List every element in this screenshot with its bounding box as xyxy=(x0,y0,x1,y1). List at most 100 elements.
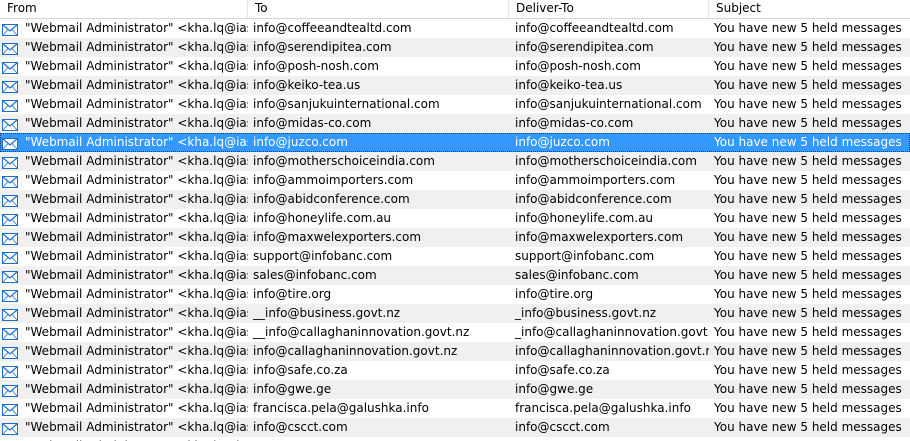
subject-cell: You have new 5 held messages xyxy=(714,382,902,396)
from-text: "Webmail Administrator" <kha.lq@iasvn.or… xyxy=(25,268,248,282)
envelope-icon xyxy=(2,403,18,416)
subject-cell: You have new 5 held messages xyxy=(714,268,902,282)
column-header-from[interactable]: From xyxy=(0,0,248,18)
message-row[interactable]: "Webmail Administrator" <kha.lq@iasvn.or… xyxy=(0,209,910,228)
deliver-to-cell: info@cscct.com xyxy=(515,420,610,434)
envelope-icon xyxy=(2,251,18,264)
from-cell: "Webmail Administrator" <kha.lq@iasvn.or… xyxy=(0,304,248,323)
from-cell: "Webmail Administrator" <kha.lq@iasvn.or… xyxy=(0,19,248,38)
message-row[interactable]: "Webmail Administrator" <kha.lq@iasvn.or… xyxy=(0,133,910,152)
message-row[interactable]: "Webmail Administrator" <kha.lq@iasvn.or… xyxy=(0,152,910,171)
from-cell: "Webmail Administrator" <kha.lq@iasvn.or… xyxy=(0,399,248,418)
from-cell: "Webmail Administrator" <kha.lq@iasvn.or… xyxy=(0,437,248,441)
from-cell: "Webmail Administrator" <kha.lq@iasvn.or… xyxy=(0,228,248,247)
to-cell: info@safe.co.za xyxy=(253,363,348,377)
message-row[interactable]: "Webmail Administrator" <kha.lq@iasvn.or… xyxy=(0,190,910,209)
from-cell: "Webmail Administrator" <kha.lq@iasvn.or… xyxy=(0,133,248,152)
from-text: "Webmail Administrator" <kha.lq@iasvn.or… xyxy=(25,306,248,320)
envelope-icon xyxy=(2,23,18,36)
message-row[interactable]: "Webmail Administrator" <kha.lq@iasvn.or… xyxy=(0,247,910,266)
deliver-to-cell: sales@infobanc.com xyxy=(515,268,639,282)
from-text: "Webmail Administrator" <kha.lq@iasvn.or… xyxy=(25,420,248,434)
to-cell: __info@business.govt.nz xyxy=(253,306,401,320)
envelope-icon xyxy=(2,42,18,55)
to-cell: info@ammoimporters.com xyxy=(253,173,414,187)
message-row[interactable]: "Webmail Administrator" <kha.lq@iasvn.or… xyxy=(0,361,910,380)
message-row[interactable]: "Webmail Administrator" <kha.lq@iasvn.or… xyxy=(0,95,910,114)
from-text: "Webmail Administrator" <kha.lq@iasvn.or… xyxy=(25,173,248,187)
from-cell: "Webmail Administrator" <kha.lq@iasvn.or… xyxy=(0,95,248,114)
message-row[interactable]: "Webmail Administrator" <kha.lq@iasvn.or… xyxy=(0,38,910,57)
deliver-to-cell: support@infobanc.com xyxy=(515,249,655,263)
deliver-to-cell: info@tire.org xyxy=(515,287,594,301)
message-row[interactable]: "Webmail Administrator" <kha.lq@iasvn.or… xyxy=(0,418,910,437)
deliver-to-cell: info@ammoimporters.com xyxy=(515,173,676,187)
from-text: "Webmail Administrator" <kha.lq@iasvn.or… xyxy=(25,40,248,54)
message-row[interactable]: "Webmail Administrator" <kha.lq@iasvn.or… xyxy=(0,228,910,247)
message-row[interactable]: "Webmail Administrator" <kha.lq@iasvn.or… xyxy=(0,304,910,323)
from-cell: "Webmail Administrator" <kha.lq@iasvn.or… xyxy=(0,152,248,171)
subject-cell: You have new 5 held messages xyxy=(714,211,902,225)
from-text: "Webmail Administrator" <kha.lq@iasvn.or… xyxy=(25,287,248,301)
envelope-icon xyxy=(2,213,18,226)
from-cell: "Webmail Administrator" <kha.lq@iasvn.or… xyxy=(0,57,248,76)
to-cell: francisca.pela@galushka.info xyxy=(253,401,429,415)
message-row[interactable]: "Webmail Administrator" <kha.lq@iasvn.or… xyxy=(0,323,910,342)
subject-cell: You have new 5 held messages xyxy=(714,344,902,358)
from-cell: "Webmail Administrator" <kha.lq@iasvn.or… xyxy=(0,209,248,228)
from-text: "Webmail Administrator" <kha.lq@iasvn.or… xyxy=(25,382,248,396)
deliver-to-cell: info@safe.co.za xyxy=(515,363,610,377)
envelope-icon xyxy=(2,422,18,435)
to-cell: info@serendipitea.com xyxy=(253,40,392,54)
message-row[interactable]: "Webmail Administrator" <kha.lq@iasvn.or… xyxy=(0,266,910,285)
envelope-icon xyxy=(2,346,18,359)
from-text: "Webmail Administrator" <kha.lq@iasvn.or… xyxy=(25,363,248,377)
from-cell: "Webmail Administrator" <kha.lq@iasvn.or… xyxy=(0,361,248,380)
from-cell: "Webmail Administrator" <kha.lq@iasvn.or… xyxy=(0,190,248,209)
deliver-to-cell: francisca.pela@galushka.info xyxy=(515,401,691,415)
message-row[interactable]: "Webmail Administrator" <kha.lq@iasvn.or… xyxy=(0,114,910,133)
to-cell: info@coffeeandtealtd.com xyxy=(253,21,412,35)
message-row[interactable]: "Webmail Administrator" <kha.lq@iasvn.or… xyxy=(0,57,910,76)
deliver-to-cell: info@gwe.ge xyxy=(515,382,594,396)
to-cell: info@motherschoiceindia.com xyxy=(253,154,435,168)
envelope-icon xyxy=(2,270,18,283)
envelope-icon xyxy=(2,175,18,188)
envelope-icon xyxy=(2,137,18,150)
message-row[interactable]: "Webmail Administrator" <kha.lq@iasvn.or… xyxy=(0,171,910,190)
to-cell xyxy=(248,437,509,441)
message-row[interactable]: "Webmail Administrator" <kha.lq@iasvn.or… xyxy=(0,437,910,441)
deliver-to-cell: info@abidconference.com xyxy=(515,192,672,206)
envelope-icon xyxy=(2,80,18,93)
subject-cell: You have new 5 held messages xyxy=(714,363,902,377)
deliver-to-cell: info@juzco.com xyxy=(515,135,610,149)
message-row[interactable]: "Webmail Administrator" <kha.lq@iasvn.or… xyxy=(0,285,910,304)
message-row[interactable]: "Webmail Administrator" <kha.lq@iasvn.or… xyxy=(0,380,910,399)
to-cell: sales@infobanc.com xyxy=(253,268,377,282)
message-list[interactable]: From To Deliver-To Subject "Webmail Admi… xyxy=(0,0,910,441)
deliver-to-cell: _info@callaghaninnovation.govt.nz xyxy=(515,325,709,339)
subject-cell: You have new 5 held messages xyxy=(714,59,902,73)
column-header-subject[interactable]: Subject xyxy=(709,0,910,18)
envelope-icon xyxy=(2,384,18,397)
from-text: "Webmail Administrator" <kha.lq@iasvn.or… xyxy=(25,154,248,168)
to-cell: info@maxwelexporters.com xyxy=(253,230,422,244)
column-header-deliver-to[interactable]: Deliver-To xyxy=(509,0,709,18)
to-cell: info@keiko-tea.us xyxy=(253,78,361,92)
from-text: "Webmail Administrator" <kha.lq@iasvn.or… xyxy=(25,344,248,358)
deliver-to-cell: info@coffeeandtealtd.com xyxy=(515,21,674,35)
subject-cell: You have new 5 held messages xyxy=(714,287,902,301)
message-row[interactable]: "Webmail Administrator" <kha.lq@iasvn.or… xyxy=(0,19,910,38)
from-cell: "Webmail Administrator" <kha.lq@iasvn.or… xyxy=(0,38,248,57)
column-header-to[interactable]: To xyxy=(248,0,509,18)
envelope-icon xyxy=(2,365,18,378)
to-cell: info@honeylife.com.au xyxy=(253,211,392,225)
deliver-to-cell: info@callaghaninnovation.govt.nz xyxy=(515,344,709,358)
to-cell: info@sanjukuinternational.com xyxy=(253,97,440,111)
message-row[interactable]: "Webmail Administrator" <kha.lq@iasvn.or… xyxy=(0,399,910,418)
message-row[interactable]: "Webmail Administrator" <kha.lq@iasvn.or… xyxy=(0,342,910,361)
message-row[interactable]: "Webmail Administrator" <kha.lq@iasvn.or… xyxy=(0,76,910,95)
subject-cell: You have new 5 held messages xyxy=(714,306,902,320)
from-text: "Webmail Administrator" <kha.lq@iasvn.or… xyxy=(25,135,248,149)
from-text: "Webmail Administrator" <kha.lq@iasvn.or… xyxy=(25,230,248,244)
